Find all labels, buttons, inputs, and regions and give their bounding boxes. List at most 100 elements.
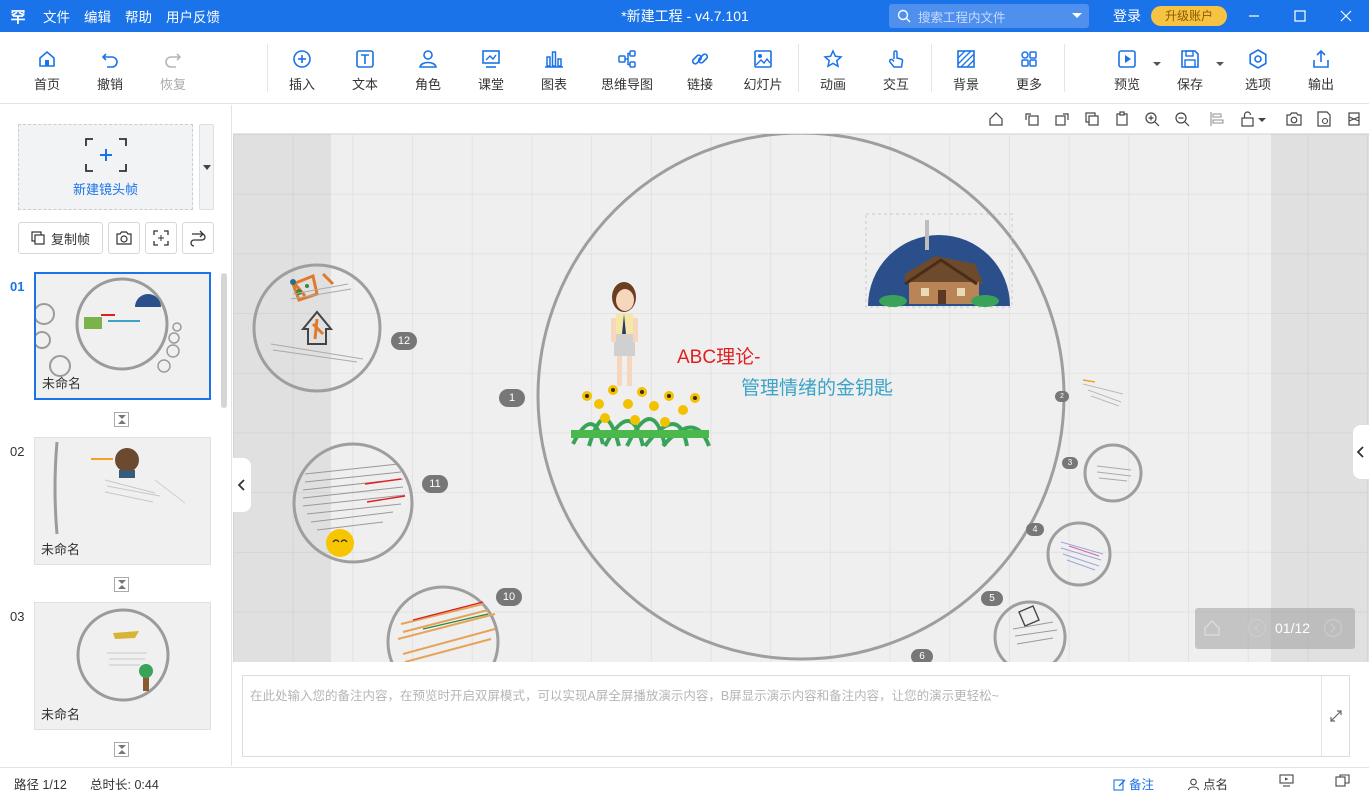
screen-mode-button[interactable]	[1279, 774, 1294, 790]
path-marker[interactable]: 6	[911, 649, 933, 662]
more-button[interactable]: 更多	[1001, 48, 1057, 93]
slide-thumbnail[interactable]: 未命名	[34, 272, 211, 400]
slide-list-scrollbar[interactable]	[221, 273, 227, 408]
preview-label: 预览	[1113, 77, 1140, 92]
slide-thumbnail[interactable]: 未命名	[34, 437, 211, 565]
home-icon	[39, 50, 55, 67]
monitor-icon	[1279, 774, 1294, 787]
collapse-left-panel-button[interactable]	[233, 458, 251, 512]
copy-object-icon[interactable]	[1084, 111, 1100, 127]
preview-dropdown-icon[interactable]	[1153, 62, 1161, 66]
rotate-left-icon[interactable]	[1024, 111, 1040, 127]
redo-icon	[165, 53, 182, 68]
slide-name: 未命名	[41, 707, 81, 722]
redo-button[interactable]: 恢复	[145, 48, 201, 93]
undo-button[interactable]: 撤销	[82, 48, 138, 93]
slide-thumbnail[interactable]: 未命名	[34, 602, 211, 730]
more-label: 更多	[1015, 77, 1042, 92]
lock-icon[interactable]	[1240, 111, 1256, 127]
window-mode-button[interactable]	[1335, 774, 1350, 790]
interaction-button[interactable]: 交互	[868, 48, 924, 93]
expand-right-panel-button[interactable]	[1353, 425, 1369, 479]
save-dropdown-icon[interactable]	[1216, 62, 1224, 66]
save-button[interactable]: 保存	[1162, 48, 1224, 93]
home-button[interactable]: 首页	[19, 48, 75, 93]
menu-file[interactable]: 文件	[36, 6, 77, 26]
menu-edit[interactable]: 编辑	[77, 6, 118, 26]
screenshot-frame-button[interactable]	[108, 222, 140, 254]
mindmap-button[interactable]: 思维导图	[593, 48, 661, 93]
mindmap-icon	[618, 50, 636, 68]
copy-frame-button[interactable]: 复制帧	[18, 222, 103, 254]
path-marker[interactable]: 10	[496, 588, 522, 606]
text-button[interactable]: 文本	[337, 48, 393, 93]
zoom-out-icon[interactable]	[1174, 111, 1190, 127]
transition-icon[interactable]	[114, 742, 129, 757]
menu-help[interactable]: 帮助	[118, 6, 159, 26]
path-marker[interactable]: 11	[422, 475, 448, 493]
search-input[interactable]: 搜索工程内文件	[889, 4, 1089, 28]
window-icon	[1335, 774, 1350, 787]
transition-icon[interactable]	[114, 412, 129, 427]
rollcall-button[interactable]: 点名	[1187, 774, 1228, 793]
path-marker[interactable]: 5	[981, 591, 1003, 606]
rotate-right-icon[interactable]	[1054, 111, 1070, 127]
grid-icon	[1021, 51, 1037, 67]
path-marker[interactable]: 12	[391, 332, 417, 350]
save-label: 保存	[1176, 77, 1203, 92]
notes-expand-button[interactable]	[1321, 676, 1349, 756]
editor-canvas[interactable]: ABC理论- 管理情绪的金钥匙 1 12 11 10 2 3 4 5 6	[233, 134, 1369, 662]
settings-page-icon[interactable]	[1316, 111, 1332, 127]
login-link[interactable]: 登录	[1113, 6, 1141, 26]
path-marker[interactable]: 1	[499, 389, 525, 407]
maximize-button[interactable]	[1277, 0, 1323, 32]
classroom-label: 课堂	[477, 77, 504, 92]
path-marker[interactable]: 4	[1026, 523, 1044, 536]
role-button[interactable]: 角色	[400, 48, 456, 93]
link-button[interactable]: 链接	[672, 48, 728, 93]
frame-counter: 01/12	[1275, 620, 1311, 636]
zoom-in-icon[interactable]	[1144, 111, 1160, 127]
export-button[interactable]: 输出	[1293, 48, 1349, 93]
link-label: 链接	[686, 77, 713, 92]
nav-prev-icon[interactable]	[1247, 618, 1267, 638]
frame-plus-icon	[84, 137, 128, 173]
new-frame-dropdown[interactable]	[199, 124, 214, 210]
options-button[interactable]: 选项	[1230, 48, 1286, 93]
canvas-title-sub[interactable]: 管理情绪的金钥匙	[741, 373, 893, 400]
classroom-button[interactable]: 课堂	[463, 48, 519, 93]
preview-button[interactable]: 预览	[1099, 48, 1161, 93]
chart-button[interactable]: 图表	[526, 48, 582, 93]
canvas-title-main[interactable]: ABC理论-	[677, 342, 760, 369]
search-dropdown-icon[interactable]	[1072, 13, 1082, 18]
align-icon[interactable]	[1209, 111, 1225, 127]
frame-panel: 新建镜头帧 复制帧 01 未命名 02 未命名 03 未命名	[0, 105, 232, 766]
new-frame-button[interactable]: 新建镜头帧	[18, 124, 193, 210]
path-marker[interactable]: 3	[1062, 457, 1078, 469]
minimize-button[interactable]	[1231, 0, 1277, 32]
upgrade-button[interactable]: 升级账户	[1151, 6, 1227, 26]
background-button[interactable]: 背景	[938, 48, 994, 93]
lock-dropdown-icon[interactable]	[1257, 111, 1267, 127]
path-marker[interactable]: 2	[1055, 391, 1069, 402]
notes-toggle-button[interactable]: 备注	[1113, 774, 1154, 793]
snapshot-icon[interactable]	[1286, 111, 1302, 127]
canvas-home-icon[interactable]	[988, 111, 1004, 127]
fit-frame-button[interactable]	[145, 222, 177, 254]
path-order-button[interactable]	[182, 222, 214, 254]
menu-feedback[interactable]: 用户反馈	[159, 6, 227, 26]
cut-icon[interactable]	[1346, 111, 1362, 127]
notes-textarea[interactable]: 在此处输入您的备注内容，在预览时开启双屏模式，可以实现A屏全屏播放演示内容，B屏…	[242, 675, 1350, 757]
slideshow-button[interactable]: 幻灯片	[735, 48, 791, 93]
nav-next-icon[interactable]	[1323, 618, 1343, 638]
title-bar: 罕 文件 编辑 帮助 用户反馈 *新建工程 - v4.7.101 搜索工程内文件…	[0, 0, 1369, 32]
close-button[interactable]	[1323, 0, 1369, 32]
animation-button[interactable]: 动画	[805, 48, 861, 93]
transition-icon[interactable]	[114, 577, 129, 592]
undo-label: 撤销	[96, 77, 123, 92]
paste-icon[interactable]	[1114, 111, 1130, 127]
insert-button[interactable]: 插入	[274, 48, 330, 93]
nav-home-icon[interactable]	[1203, 619, 1221, 637]
canvas-toolbar	[233, 105, 1369, 134]
main-toolbar: 首页 撤销 恢复 插入 文本 角色 课堂 图表 思维导图 链接 幻灯片 动画 交…	[0, 32, 1369, 104]
